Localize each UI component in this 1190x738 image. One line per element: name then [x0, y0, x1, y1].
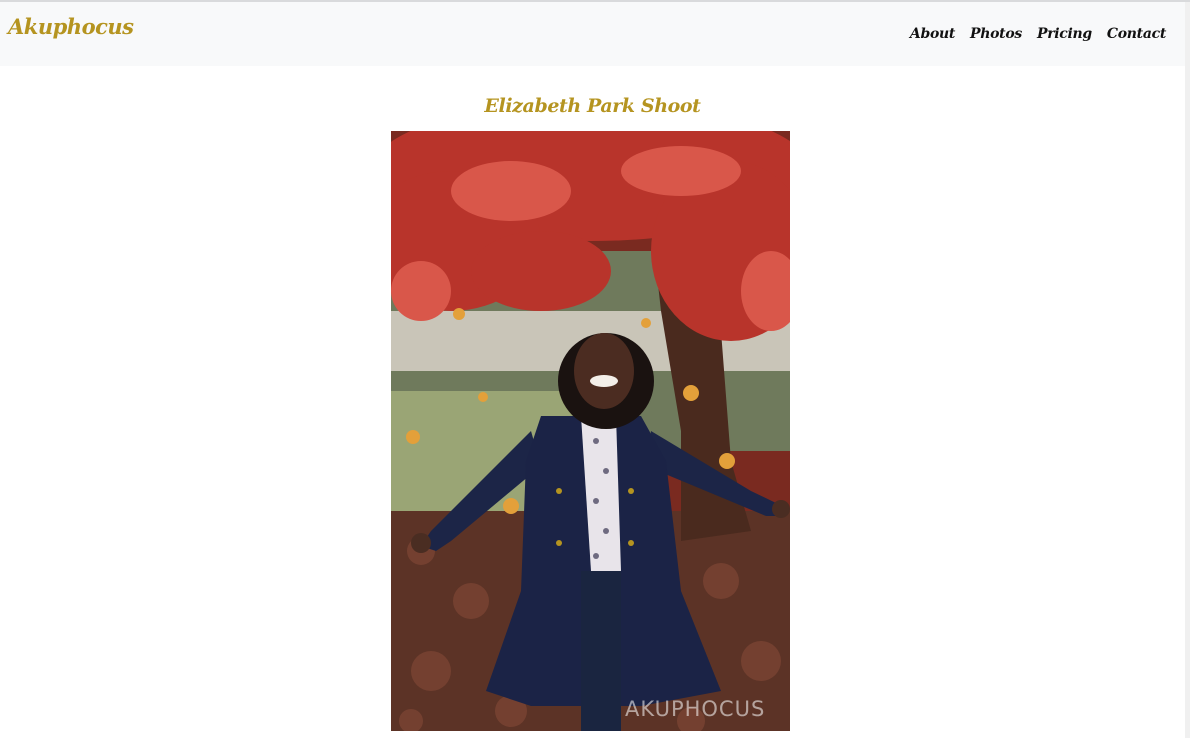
brand-logo[interactable]: Akuphocus: [8, 14, 134, 39]
photo-watermark: AKUPHOCUS: [625, 697, 766, 721]
page-title: Elizabeth Park Shoot: [484, 95, 701, 117]
nav-link-contact[interactable]: Contact: [1107, 26, 1166, 42]
nav-link-photos[interactable]: Photos: [970, 26, 1022, 42]
navbar: Akuphocus About Photos Pricing Contact: [0, 2, 1185, 66]
scrollbar[interactable]: [1185, 2, 1190, 738]
nav-link-pricing[interactable]: Pricing: [1037, 26, 1092, 42]
nav-link-about[interactable]: About: [910, 26, 955, 42]
photo-illustration: [391, 131, 790, 731]
shoot-photo: AKUPHOCUS: [391, 131, 790, 731]
nav-menu: About Photos Pricing Contact: [910, 26, 1166, 42]
